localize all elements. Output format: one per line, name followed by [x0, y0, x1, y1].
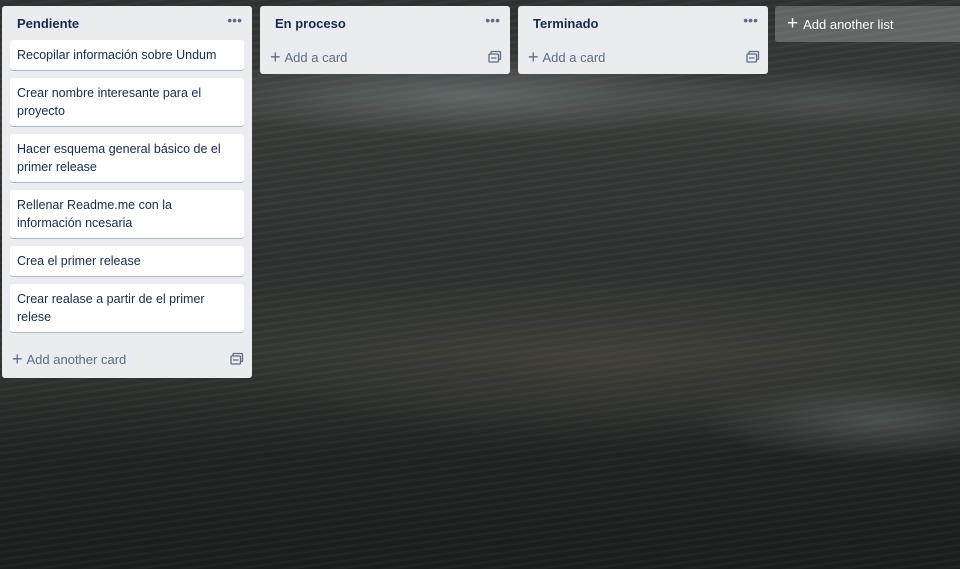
more-horizontal-icon[interactable]: ••• — [485, 13, 500, 27]
plus-icon: + — [787, 13, 799, 34]
card-list: Recopilar información sobre Undum Crear … — [2, 40, 252, 332]
card-template-icon[interactable] — [746, 50, 760, 64]
add-card-label: Add another card — [26, 351, 127, 367]
add-card-button[interactable]: + Add a card — [270, 47, 348, 67]
card[interactable]: Crea el primer release — [10, 246, 244, 276]
plus-icon: + — [528, 47, 539, 67]
list-header[interactable]: Pendiente ••• — [2, 6, 252, 40]
card[interactable]: Recopilar información sobre Undum — [10, 40, 244, 70]
plus-icon: + — [270, 47, 281, 67]
list-terminado: Terminado ••• + Add a card — [518, 6, 768, 74]
board: Pendiente ••• Recopilar información sobr… — [0, 0, 960, 569]
more-horizontal-icon[interactable]: ••• — [743, 13, 758, 27]
more-horizontal-icon[interactable]: ••• — [227, 13, 242, 27]
add-card-button[interactable]: + Add another card — [12, 349, 127, 369]
list-pendiente: Pendiente ••• Recopilar información sobr… — [2, 6, 252, 378]
list-title[interactable]: Pendiente — [17, 16, 79, 31]
list-footer: + Add a card — [260, 40, 510, 74]
card-template-icon[interactable] — [230, 352, 244, 366]
plus-icon: + — [12, 349, 23, 369]
list-footer: + Add a card — [518, 40, 768, 74]
list-header[interactable]: En proceso ••• — [260, 6, 510, 40]
card-template-icon[interactable] — [488, 50, 502, 64]
card[interactable]: Crear nombre interesante para el proyect… — [10, 78, 244, 126]
list-title[interactable]: Terminado — [533, 16, 599, 31]
add-card-button[interactable]: + Add a card — [528, 47, 606, 67]
card[interactable]: Rellenar Readme.me con la información nc… — [10, 190, 244, 238]
card[interactable]: Crear realase a partir de el primer rele… — [10, 284, 244, 332]
add-card-label: Add a card — [542, 49, 606, 65]
card[interactable]: Hacer esquema general básico de el prime… — [10, 134, 244, 182]
list-header[interactable]: Terminado ••• — [518, 6, 768, 40]
add-list-button[interactable]: + Add another list — [775, 6, 960, 42]
list-en-proceso: En proceso ••• + Add a card — [260, 6, 510, 74]
list-title[interactable]: En proceso — [275, 16, 346, 31]
add-list-label: Add another list — [803, 16, 894, 32]
add-card-label: Add a card — [284, 49, 348, 65]
list-footer: + Add another card — [2, 340, 252, 378]
